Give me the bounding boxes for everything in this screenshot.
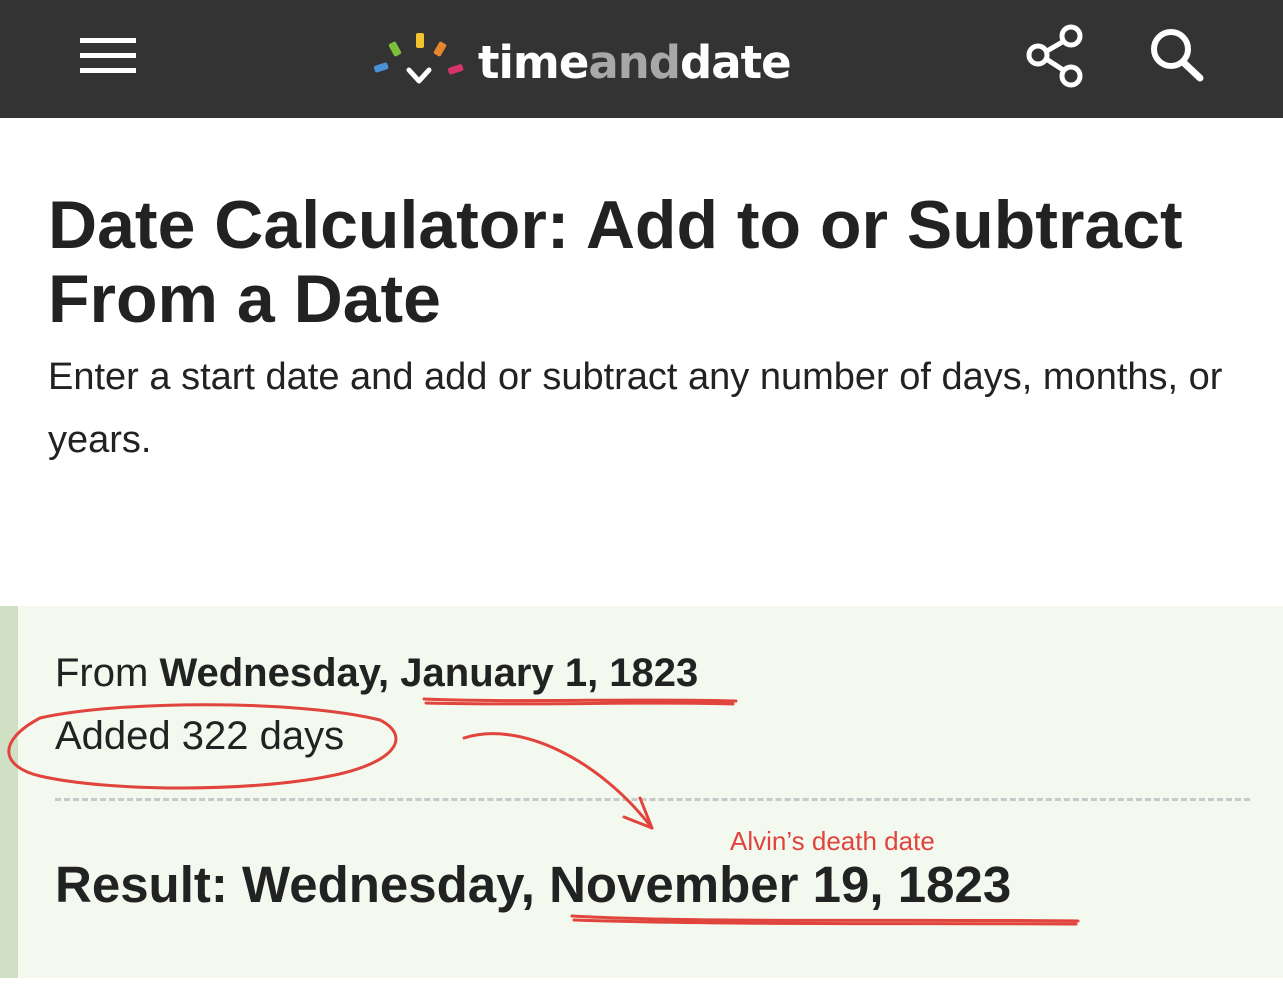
share-icon[interactable] — [1026, 24, 1086, 88]
page-intro: Enter a start date and add or subtract a… — [48, 356, 1223, 461]
result-prefix: Result: Wednesday, — [55, 856, 535, 913]
logo-mark-icon — [373, 33, 464, 84]
top-navigation-bar: timeanddate — [0, 0, 1283, 118]
annotation-label: Alvin’s death date — [730, 826, 935, 856]
from-prefix: From — [55, 651, 149, 695]
result-box: From Wednesday, January 1, 1823 Added 32… — [0, 606, 1283, 978]
logo-wordmark: timeanddate — [478, 36, 792, 89]
result-date: November 19, 1823 — [549, 856, 1012, 913]
result-line: Result: Wednesday, November 19, 1823 — [55, 856, 1011, 914]
from-date: January 1, 1823 — [400, 651, 699, 695]
page-title: Date Calculator: Add to or Subtract From… — [48, 187, 1183, 337]
from-date-line: From Wednesday, January 1, 1823 — [55, 650, 698, 696]
added-days-line: Added 322 days — [55, 714, 345, 758]
result-accent-bar — [0, 606, 18, 978]
from-weekday: Wednesday, — [159, 651, 390, 695]
result-divider — [55, 798, 1250, 801]
site-logo[interactable]: timeanddate — [372, 30, 802, 90]
hamburger-menu-icon[interactable] — [80, 38, 136, 74]
search-icon[interactable] — [1146, 26, 1206, 82]
